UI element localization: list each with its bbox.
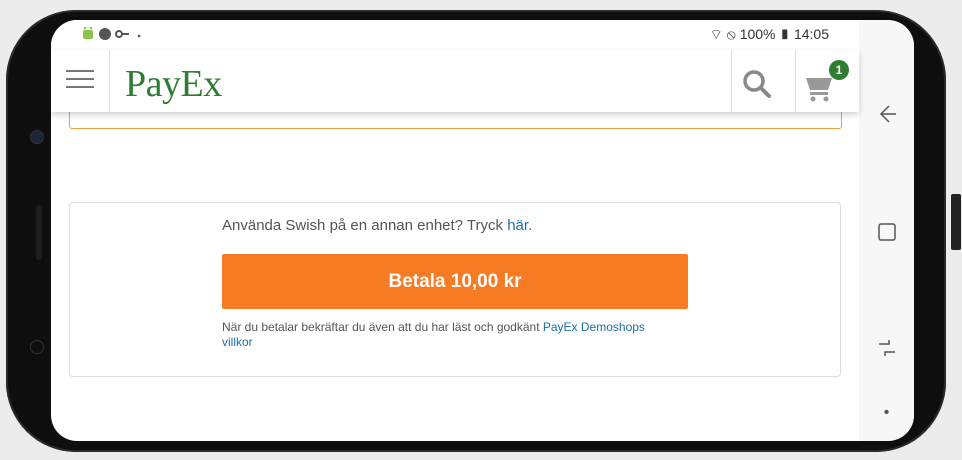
camera <box>30 130 44 144</box>
battery-level: 100% <box>739 26 776 42</box>
cart-button[interactable]: 1 <box>803 60 853 106</box>
home-icon <box>878 340 895 356</box>
back-button[interactable] <box>859 102 914 131</box>
clock: 14:05 <box>793 26 829 42</box>
payment-card: Använda Swish på en annan enhet? Tryck h… <box>69 202 841 377</box>
android-nav-bar: • <box>859 20 914 441</box>
status-icons-left <box>81 26 151 45</box>
cart-count-badge: 1 <box>829 60 849 80</box>
divider <box>731 50 732 112</box>
app-bar: PayEx 1 <box>51 50 859 112</box>
terms-text: När du betalar bekräftar du även att du … <box>222 320 662 350</box>
swish-question: Använda Swish på en annan enhet? Tryck <box>222 217 504 234</box>
divider <box>795 50 796 112</box>
pay-button[interactable]: Betala 10,00 kr <box>222 254 688 309</box>
notification-icons <box>83 26 141 40</box>
sensor <box>30 340 44 354</box>
swish-here-link[interactable]: här <box>507 217 528 234</box>
menu-button[interactable] <box>63 64 97 98</box>
status-icons-right: ⌔ ⦸ 100% ▮ 14:05 <box>710 26 829 44</box>
swish-period: . <box>528 217 533 234</box>
search-button[interactable] <box>739 66 775 102</box>
terms-sentence: När du betalar bekräftar du även att du … <box>222 320 540 334</box>
wifi-icon: ⌔ <box>709 26 723 42</box>
recents-button[interactable] <box>859 220 914 249</box>
side-button <box>36 205 42 260</box>
menu-icon <box>66 70 94 72</box>
power-button <box>951 194 961 250</box>
payex-logo[interactable]: PayEx <box>125 62 222 106</box>
search-icon <box>743 70 771 98</box>
divider <box>109 50 110 112</box>
recents-icon <box>877 223 896 241</box>
dot-icon[interactable]: • <box>859 404 914 422</box>
back-icon <box>879 105 896 123</box>
battery-icon: ▮ <box>779 26 791 42</box>
swish-other-device-text: Använda Swish på en annan enhet? Tryck h… <box>222 217 532 234</box>
home-button[interactable] <box>859 336 914 365</box>
dnd-icon: ⦸ <box>726 26 736 42</box>
screen: ⌔ ⦸ 100% ▮ 14:05 PayEx 1 Använda Swish p… <box>51 20 914 441</box>
status-bar: ⌔ ⦸ 100% ▮ 14:05 <box>51 20 859 50</box>
